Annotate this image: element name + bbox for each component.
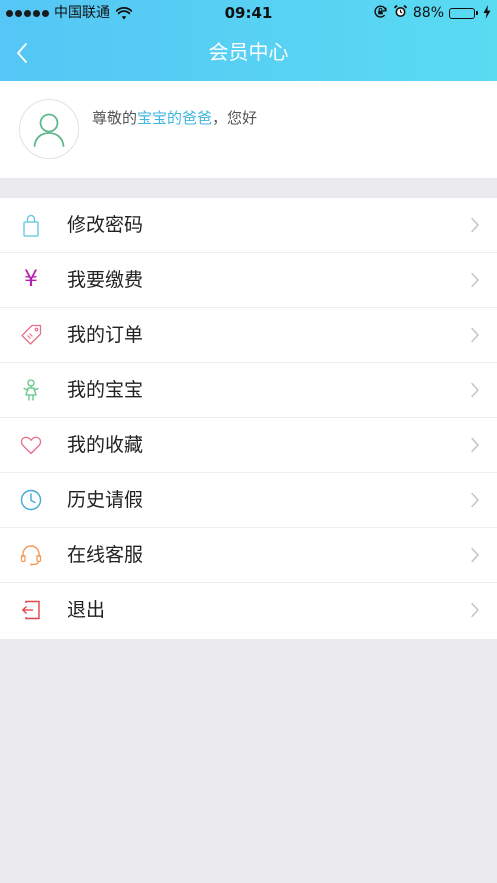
lock-icon [19,213,43,237]
status-right: 88% [373,4,491,22]
menu-item-my-baby[interactable]: 我的宝宝 [0,363,497,418]
battery-icon [449,7,478,19]
back-button[interactable] [10,40,36,66]
greeting-suffix: ，您好 [212,109,258,127]
menu-item-orders[interactable]: 我的订单 [0,308,497,363]
menu-item-label: 我要缴费 [67,269,144,291]
battery-percent: 88% [412,5,444,21]
charging-icon [483,4,491,23]
menu-item-label: 历史请假 [67,489,144,511]
menu-item-label: 退出 [67,599,106,621]
alarm-icon [393,4,408,23]
menu-item-label: 修改密码 [67,214,144,236]
yen-icon: ¥ [19,268,43,292]
chevron-right-icon [471,437,479,453]
rotation-lock-icon [373,4,388,23]
user-name: 宝宝的爸爸 [137,109,213,127]
status-bar: 中国联通 09:41 88% [0,0,497,26]
headset-icon [19,543,43,567]
menu-item-payment[interactable]: ¥ 我要缴费 [0,253,497,308]
menu-item-label: 在线客服 [67,544,144,566]
chevron-right-icon [471,547,479,563]
heart-icon [19,433,43,457]
menu-item-label: 我的订单 [67,324,144,346]
chevron-right-icon [471,272,479,288]
menu-item-label: 我的宝宝 [67,379,144,401]
chevron-right-icon [471,382,479,398]
user-outline-icon [33,113,65,147]
greeting-text: 尊敬的宝宝的爸爸，您好 [92,107,257,129]
logout-icon [19,598,43,622]
profile-card: 尊敬的宝宝的爸爸，您好 [0,81,497,178]
chevron-right-icon [471,217,479,233]
menu-item-leave-history[interactable]: 历史请假 [0,473,497,528]
menu-item-change-password[interactable]: 修改密码 [0,198,497,253]
nav-bar: 会员中心 [0,26,497,81]
page-title: 会员中心 [208,40,289,64]
chevron-right-icon [471,492,479,508]
menu-item-favorites[interactable]: 我的收藏 [0,418,497,473]
menu-item-customer-service[interactable]: 在线客服 [0,528,497,583]
clock-icon [19,488,43,512]
greeting-prefix: 尊敬的 [92,109,138,127]
chevron-left-icon [17,43,27,63]
tag-icon [19,323,43,347]
chevron-right-icon [471,602,479,618]
menu-list: 修改密码 ¥ 我要缴费 我的订单 我的宝宝 我的收藏 历史请假 在线客服 退出 [0,198,497,639]
menu-item-label: 我的收藏 [67,434,144,456]
chevron-right-icon [471,327,479,343]
yen-glyph: ¥ [24,267,38,292]
member-center-screen: 中国联通 09:41 88% 会员中心 尊敬的宝宝的爸爸，您好 修改密码 ¥ 我… [0,0,497,883]
header: 中国联通 09:41 88% 会员中心 [0,0,497,81]
menu-item-logout[interactable]: 退出 [0,583,497,639]
baby-icon [19,378,43,402]
avatar[interactable] [19,99,79,159]
